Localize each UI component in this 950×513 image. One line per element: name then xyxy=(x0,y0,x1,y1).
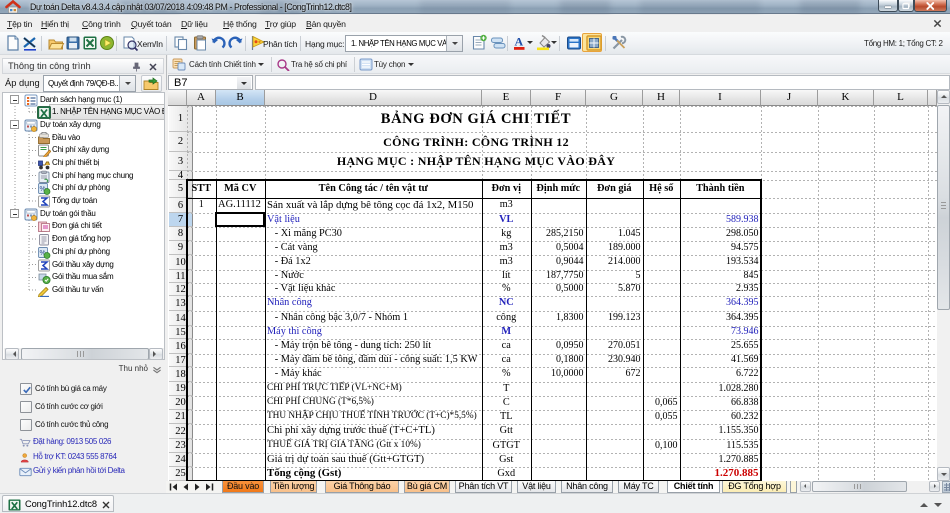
svg-text:A: A xyxy=(515,35,524,49)
